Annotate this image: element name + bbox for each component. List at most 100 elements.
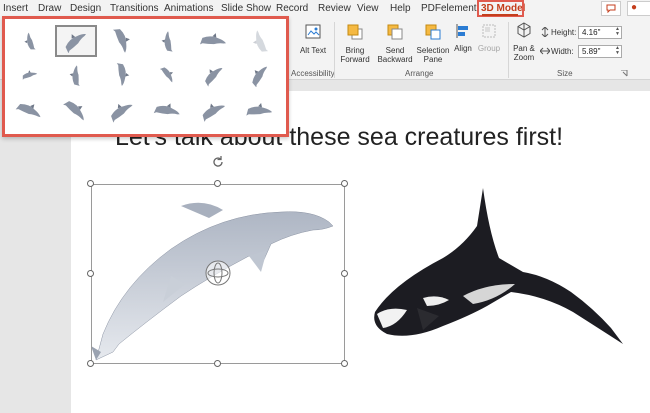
width-field[interactable]: 5.89" ▲ ▼ [578,45,622,58]
view-option[interactable] [147,25,189,57]
resize-handle-bottom-right[interactable] [341,360,348,367]
dolphin-view-icon [153,103,180,115]
view-option[interactable] [55,59,97,91]
selection-pane-button[interactable]: Selection Pane [416,23,450,64]
resize-handle-top-left[interactable] [87,180,94,187]
send-backward-label: Send Backward [377,46,413,64]
pan-zoom-button[interactable]: Pan & Zoom [511,21,537,62]
view-option[interactable] [193,95,235,127]
align-icon [456,24,468,38]
dolphin-view-icon [205,68,223,87]
dolphin-view-icon [116,63,130,86]
record-button[interactable]: ● [627,1,650,16]
width-value: 5.89" [582,47,601,56]
width-icon [540,47,550,55]
selection-pane-icon [425,24,441,40]
tab-transitions[interactable]: Transitions [110,3,159,14]
selection-pane-label: Selection Pane [416,46,450,64]
tab-help[interactable]: Help [390,3,411,14]
height-label: Height: [551,28,577,37]
rotation-handle-icon[interactable] [210,154,226,170]
separator [334,22,335,78]
send-backward-icon [387,24,403,40]
view-option[interactable] [239,95,281,127]
resize-handle-bottom[interactable] [214,360,221,367]
dolphin-view-icon [252,66,268,87]
height-value: 4.16" [582,28,601,37]
view-option[interactable] [239,59,281,91]
height-field[interactable]: 4.16" ▲ ▼ [578,26,622,39]
alt-text-icon [305,24,321,39]
view-option[interactable] [193,59,235,91]
width-spinner[interactable]: ▲ ▼ [615,46,620,56]
pan-zoom-label: Pan & Zoom [513,44,535,62]
tab-draw[interactable]: Draw [38,3,61,14]
accessibility-group-label: Accessibility [291,69,335,78]
dolphin-view-icon [63,101,84,121]
tab-review[interactable]: Review [318,3,351,14]
dolphin-view-icon [24,32,36,50]
comments-button[interactable] [601,1,621,16]
view-option[interactable] [193,25,235,57]
view-option[interactable] [239,25,281,57]
dolphin-view-icon [252,30,269,52]
resize-handle-top[interactable] [214,180,221,187]
dolphin-view-icon [202,103,226,122]
group-label: Group [477,44,501,53]
tab-record[interactable]: Record [276,3,308,14]
tab-view[interactable]: View [357,3,379,14]
tab-pdfelement[interactable]: PDFelement [421,3,477,14]
align-label: Align [454,44,472,53]
resize-handle-top-right[interactable] [341,180,348,187]
send-backward-button[interactable]: Send Backward [376,23,414,64]
view-option[interactable] [9,59,51,91]
group-button[interactable]: Group [476,23,502,53]
dolphin-view-icon [112,29,130,53]
tab-insert[interactable]: Insert [3,3,28,14]
height-icon [541,27,549,37]
view-option[interactable] [101,25,143,57]
align-button[interactable]: Align [452,23,474,53]
comment-icon [606,4,616,13]
pan-zoom-icon [517,22,531,38]
dolphin-view-icon [65,34,87,53]
dolphin-view-icon [111,103,133,123]
alt-text-button[interactable]: Alt Text [297,23,329,55]
active-tab-underline [482,14,518,16]
view-option[interactable] [101,95,143,127]
view-option[interactable] [147,95,189,127]
view-option[interactable] [147,59,189,91]
dolphin-view-icon [199,33,226,45]
alt-text-label: Alt Text [299,46,327,55]
dolphin-view-icon [22,70,38,80]
resize-handle-right[interactable] [341,270,348,277]
width-label: Width: [551,47,574,56]
resize-handle-bottom-left[interactable] [87,360,94,367]
bring-forward-button[interactable]: Bring Forward [338,23,372,64]
dolphin-view-icon [15,104,41,118]
3d-rotate-handle-icon[interactable] [204,259,232,287]
size-group-label: Size [557,69,573,78]
view-option[interactable] [55,25,97,57]
size-dialog-launcher-icon[interactable] [621,70,628,77]
view-option[interactable] [9,25,51,57]
dolphin-view-icon [246,103,273,116]
dolphin-view-icon [161,31,173,52]
view-option[interactable] [101,59,143,91]
tab-design[interactable]: Design [70,3,101,14]
group-icon [482,24,496,38]
view-option[interactable] [9,95,51,127]
height-spinner[interactable]: ▲ ▼ [615,27,620,37]
bring-forward-icon [347,24,363,40]
resize-handle-left[interactable] [87,270,94,277]
tab-slide-show[interactable]: Slide Show [221,3,271,14]
3d-model-views-gallery [2,16,289,137]
dolphin-view-icon [69,65,80,86]
view-option[interactable] [55,95,97,127]
separator [508,22,509,78]
tab-animations[interactable]: Animations [164,3,213,14]
record-icon: ● [631,2,638,13]
orca-3d-model[interactable] [365,188,625,348]
bring-forward-label: Bring Forward [340,46,370,64]
arrange-group-label: Arrange [405,69,434,78]
